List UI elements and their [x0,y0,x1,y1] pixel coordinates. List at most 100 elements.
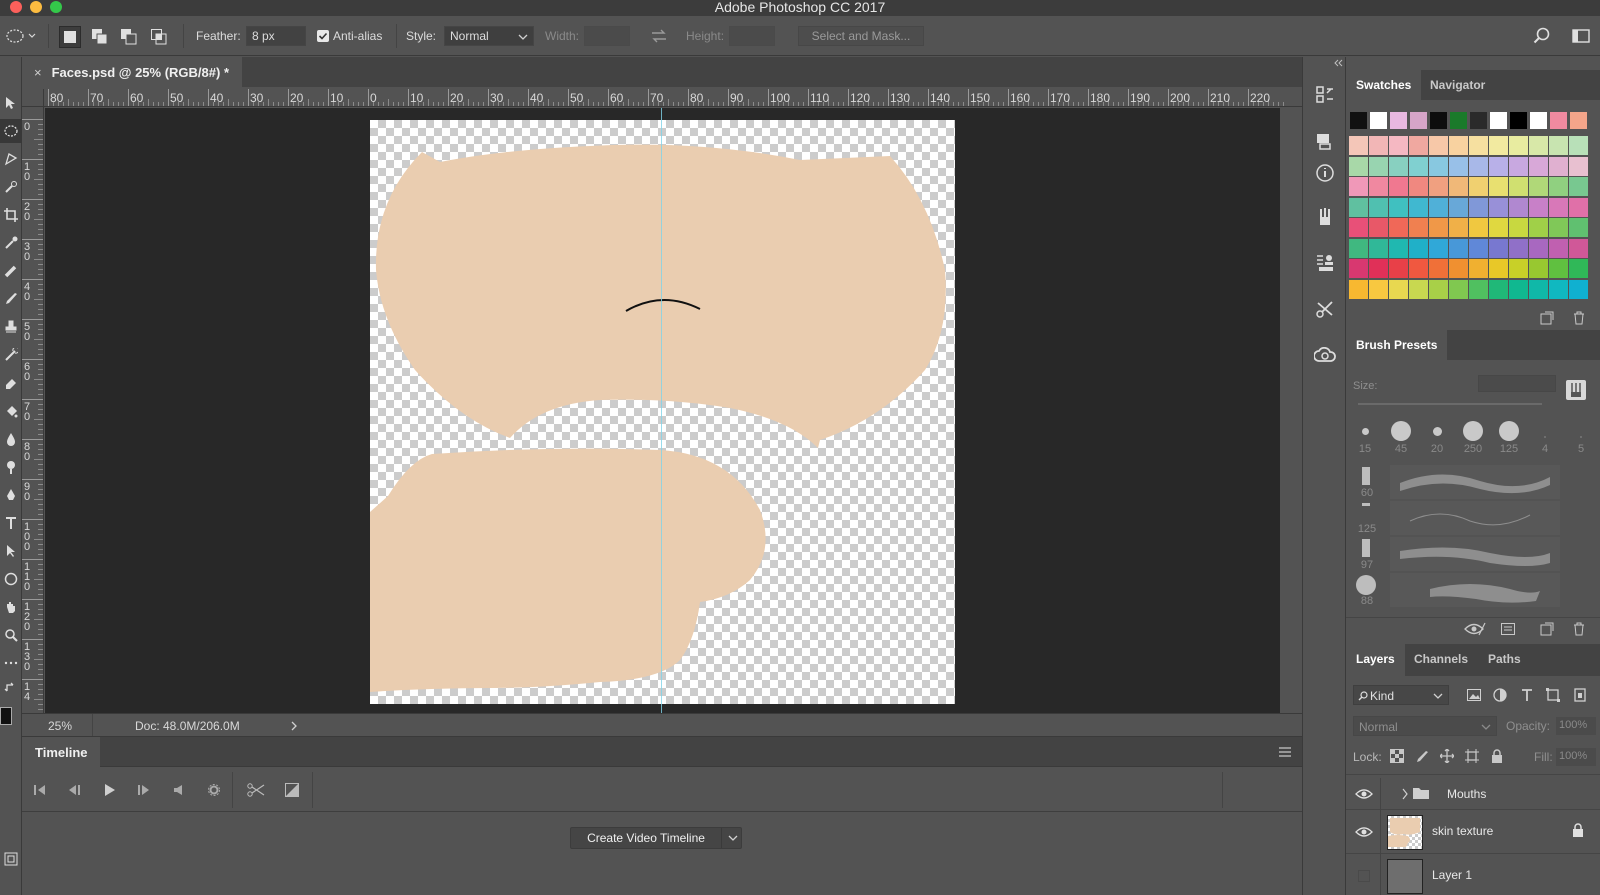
brush-stroke-preview[interactable] [1390,465,1560,499]
clone-source-panel-button[interactable] [1313,251,1337,275]
swatch[interactable] [1449,156,1468,176]
swatch[interactable] [1409,156,1428,176]
swatch[interactable] [1350,112,1367,129]
brush-tip[interactable] [1361,427,1369,435]
swatch[interactable] [1509,136,1528,155]
swatch[interactable] [1529,156,1548,176]
tab-paths[interactable]: Paths [1478,644,1531,676]
brush-stroke-thumb[interactable] [1362,539,1370,557]
intersect-selection-button[interactable] [148,26,170,48]
swatch[interactable] [1549,238,1568,258]
width-input[interactable] [584,26,630,46]
brush-tip[interactable] [1580,436,1582,438]
filter-pixel-layers-icon[interactable] [1467,689,1481,701]
lock-all-icon[interactable] [1491,749,1503,763]
swatch[interactable] [1549,136,1568,155]
libraries-panel-button[interactable] [1313,129,1337,153]
swatch[interactable] [1429,156,1448,176]
swatch[interactable] [1469,197,1488,217]
swatch[interactable] [1369,177,1388,196]
tab-brush-presets[interactable]: Brush Presets [1346,330,1448,360]
next-frame-button[interactable] [130,776,158,804]
swatch[interactable] [1569,177,1588,196]
add-to-selection-button[interactable] [89,26,111,48]
brush-size-input[interactable] [1478,375,1556,392]
brush-tool[interactable] [0,287,22,311]
lock-position-icon[interactable] [1440,749,1454,763]
swatch[interactable] [1389,279,1408,299]
swatch[interactable] [1569,136,1588,155]
tab-layers[interactable]: Layers [1346,644,1405,676]
swatch[interactable] [1569,279,1588,299]
screen-mode-button[interactable] [0,847,22,871]
swatch[interactable] [1530,112,1547,129]
playback-settings-button[interactable] [200,776,228,804]
new-selection-button[interactable] [59,26,81,48]
height-input[interactable] [729,26,775,46]
swatch[interactable] [1429,259,1448,278]
swatch[interactable] [1489,197,1508,217]
brush-stroke-preview[interactable] [1390,573,1560,607]
swatch[interactable] [1409,218,1428,237]
ruler-origin[interactable] [22,89,44,107]
transition-button[interactable] [278,776,306,804]
split-at-playhead-button[interactable] [242,776,270,804]
lock-artboard-icon[interactable] [1465,749,1479,763]
swatch[interactable] [1509,279,1528,299]
tool-preset-picker[interactable] [4,16,36,56]
fill-input[interactable]: 100% [1556,748,1596,766]
dodge-tool[interactable] [0,455,22,479]
more-tools-button[interactable] [0,651,22,675]
brush-stroke-thumb[interactable] [1356,575,1376,595]
swatch[interactable] [1349,259,1368,278]
swatch[interactable] [1409,136,1428,155]
brush-size-slider[interactable] [1358,403,1542,405]
swatch[interactable] [1369,259,1388,278]
vertical-guide[interactable] [661,108,662,713]
lasso-tool[interactable] [0,147,22,171]
antialias-checkbox[interactable]: Anti-alias [317,16,382,56]
swatch[interactable] [1549,197,1568,217]
swatch[interactable] [1349,218,1368,237]
eraser-tool[interactable] [0,371,22,395]
swatch[interactable] [1569,259,1588,278]
document-canvas[interactable] [370,120,955,704]
brush-tip[interactable] [1432,426,1442,436]
tab-channels[interactable]: Channels [1404,644,1478,676]
swatch[interactable] [1409,197,1428,217]
swatch[interactable] [1389,218,1408,237]
filter-type-layers-icon[interactable] [1520,688,1534,702]
swatch[interactable] [1469,218,1488,237]
crop-tool[interactable] [0,203,22,227]
swatch[interactable] [1429,197,1448,217]
shape-tool[interactable] [0,567,22,591]
swatch[interactable] [1449,218,1468,237]
brush-tip[interactable] [1391,421,1411,441]
swatch[interactable] [1389,136,1408,155]
swatch[interactable] [1469,238,1488,258]
swatch[interactable] [1569,197,1588,217]
tab-timeline[interactable]: Timeline [22,737,100,767]
swatch[interactable] [1430,112,1447,129]
swatch[interactable] [1449,259,1468,278]
gradient-tool[interactable] [0,399,22,423]
move-tool[interactable] [0,91,22,115]
layer-row-mouths[interactable]: Mouths [1346,778,1600,810]
select-and-mask-button[interactable]: Select and Mask... [798,26,924,46]
path-selection-tool[interactable] [0,539,22,563]
quick-selection-tool[interactable] [0,175,22,199]
swatch[interactable] [1489,177,1508,196]
swatch[interactable] [1529,259,1548,278]
filter-smart-objects-icon[interactable] [1573,688,1587,702]
style-select[interactable]: Normal [444,26,534,46]
mute-audio-button[interactable] [164,776,192,804]
swatch[interactable] [1369,197,1388,217]
swatch[interactable] [1569,218,1588,237]
pen-tool[interactable] [0,483,22,507]
swatch[interactable] [1470,112,1487,129]
delete-swatch-icon[interactable] [1572,311,1586,325]
swatch[interactable] [1490,112,1507,129]
swatch[interactable] [1449,238,1468,258]
foreground-color-swatch[interactable] [0,707,12,725]
tab-navigator[interactable]: Navigator [1420,70,1495,100]
